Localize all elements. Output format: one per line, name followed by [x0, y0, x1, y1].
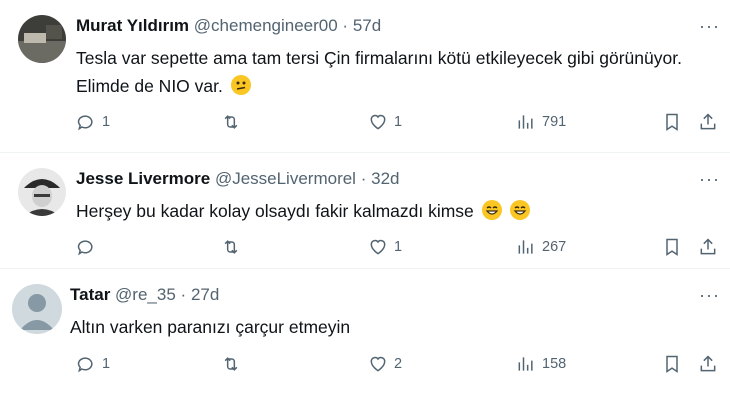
- views-count: 791: [542, 114, 567, 130]
- more-icon[interactable]: ···: [699, 169, 720, 190]
- retweet-button[interactable]: [221, 237, 247, 257]
- reply-icon: [77, 357, 93, 373]
- author-name[interactable]: Murat Yıldırım: [76, 16, 189, 35]
- retweet-icon: [224, 240, 238, 254]
- like-count: 1: [394, 239, 403, 255]
- tweet-header: Tatar @re_35 · 27d: [70, 284, 219, 306]
- reply-button[interactable]: 1: [76, 112, 110, 132]
- tweet-actions: 1 2 158: [76, 354, 716, 378]
- tweet[interactable]: Murat Yıldırım @chemengineer00 · 57d ···…: [0, 0, 730, 152]
- reply-count: 1: [102, 114, 111, 130]
- tweet[interactable]: Jesse Livermore @JesseLivermorel · 32d ·…: [0, 153, 730, 268]
- tweet-header: Murat Yıldırım @chemengineer00 · 57d: [76, 15, 381, 37]
- author-name[interactable]: Tatar: [70, 285, 110, 304]
- avatar[interactable]: [12, 284, 62, 334]
- author-handle[interactable]: @re_35: [115, 285, 176, 304]
- tweet-text-content: Altın varken paranızı çarçur etmeyin: [70, 317, 351, 337]
- share-icon: [700, 355, 716, 372]
- like-count: 1: [394, 114, 403, 130]
- tweet-text-content: Tesla var sepette ama tam tersi Çin firm…: [76, 48, 682, 96]
- reply-button[interactable]: [76, 237, 102, 257]
- reply-count: 1: [102, 356, 111, 372]
- share-icon: [700, 238, 716, 255]
- views-button[interactable]: 791: [516, 112, 566, 132]
- bookmark-button[interactable]: [662, 354, 682, 374]
- like-count: 2: [394, 356, 403, 372]
- like-icon: [370, 239, 386, 255]
- grinning-face-emoji: [481, 200, 502, 220]
- separator: ·: [342, 16, 349, 35]
- tweet-actions: 1 1 791: [76, 112, 716, 136]
- tweet-text-content: Herşey bu kadar kolay olsaydı fakir kalm…: [76, 201, 474, 221]
- more-icon[interactable]: ···: [699, 16, 720, 37]
- tweet-text: Altın varken paranızı çarçur etmeyin: [70, 313, 690, 341]
- bookmark-button[interactable]: [662, 237, 682, 257]
- reply-button[interactable]: 1: [76, 354, 110, 374]
- separator: ·: [360, 169, 367, 188]
- timestamp[interactable]: 27d: [191, 285, 219, 304]
- author-name[interactable]: Jesse Livermore: [76, 169, 210, 188]
- share-icon: [700, 113, 716, 130]
- retweet-icon: [224, 357, 238, 371]
- bookmark-icon: [666, 238, 678, 256]
- tweet-text: Tesla var sepette ama tam tersi Çin firm…: [76, 44, 696, 100]
- bookmark-icon: [666, 113, 678, 131]
- like-button[interactable]: 1: [368, 112, 402, 132]
- share-button[interactable]: [698, 237, 718, 257]
- bookmark-button[interactable]: [662, 112, 682, 132]
- author-handle[interactable]: @JesseLivermorel: [215, 169, 356, 188]
- tweet-text: Herşey bu kadar kolay olsaydı fakir kalm…: [76, 197, 696, 225]
- separator: ·: [180, 285, 187, 304]
- like-button[interactable]: 1: [368, 237, 402, 257]
- views-count: 158: [542, 356, 567, 372]
- views-icon: [518, 115, 533, 129]
- share-button[interactable]: [698, 112, 718, 132]
- reply-icon: [77, 115, 93, 131]
- tweet-header: Jesse Livermore @JesseLivermorel · 32d: [76, 168, 399, 190]
- avatar[interactable]: [18, 168, 66, 216]
- retweet-button[interactable]: [221, 354, 247, 374]
- avatar[interactable]: [18, 15, 66, 63]
- timestamp[interactable]: 32d: [371, 169, 399, 188]
- views-button[interactable]: 158: [516, 354, 566, 374]
- tweet-actions: 1 267: [76, 237, 716, 261]
- views-icon: [518, 357, 533, 371]
- retweet-button[interactable]: [221, 112, 247, 132]
- timestamp[interactable]: 57d: [353, 16, 381, 35]
- views-count: 267: [542, 239, 567, 255]
- more-icon[interactable]: ···: [699, 285, 720, 306]
- like-icon: [370, 356, 386, 372]
- confused-face-emoji: [230, 75, 251, 95]
- views-icon: [518, 240, 533, 254]
- retweet-icon: [224, 115, 238, 129]
- like-icon: [370, 114, 386, 130]
- views-button[interactable]: 267: [516, 237, 566, 257]
- bookmark-icon: [666, 355, 678, 373]
- tweet[interactable]: Tatar @re_35 · 27d ··· Altın varken para…: [0, 269, 730, 420]
- grinning-face-emoji: [509, 200, 530, 220]
- author-handle[interactable]: @chemengineer00: [194, 16, 338, 35]
- like-button[interactable]: 2: [368, 354, 402, 374]
- reply-icon: [77, 240, 93, 256]
- share-button[interactable]: [698, 354, 718, 374]
